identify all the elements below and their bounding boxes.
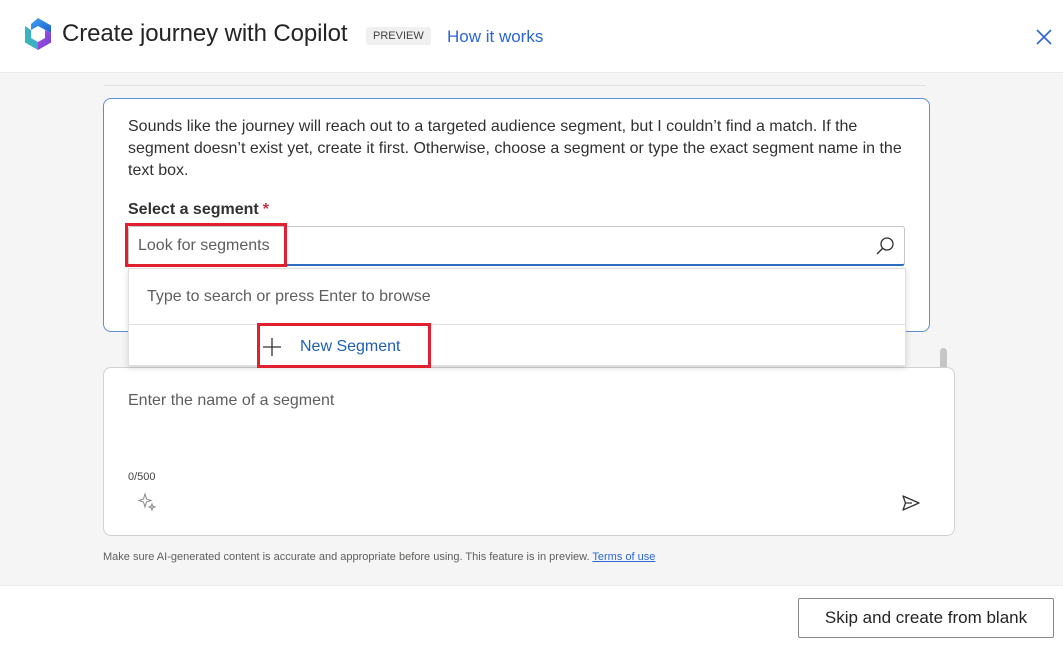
dialog-title: Create journey with Copilot (62, 20, 348, 47)
dialog-header: Create journey with Copilot PREVIEW How … (0, 0, 1063, 73)
search-icon[interactable] (875, 236, 895, 256)
dropdown-divider (129, 324, 905, 325)
prompt-input[interactable] (128, 392, 908, 452)
copilot-message-text: Sounds like the journey will reach out t… (128, 118, 902, 179)
disclaimer-text: Make sure AI-generated content is accura… (103, 551, 590, 563)
send-icon[interactable] (900, 492, 922, 514)
segment-search-box[interactable] (128, 226, 905, 266)
dropdown-hint: Type to search or press Enter to browse (147, 288, 431, 305)
divider (104, 85, 926, 86)
how-it-works-link[interactable]: How it works (447, 27, 543, 47)
character-counter: 0/500 (128, 471, 156, 483)
new-segment-button[interactable]: New Segment (262, 329, 401, 365)
segment-search-input[interactable] (138, 227, 858, 265)
plus-icon (263, 338, 281, 356)
segment-label-text: Select a segment (128, 201, 259, 218)
segment-dropdown: Type to search or press Enter to browse … (128, 268, 906, 366)
copilot-logo-icon (25, 18, 51, 50)
segment-field-label: Select a segment * (128, 201, 269, 219)
prompt-box: 0/500 (103, 367, 955, 536)
skip-and-create-button[interactable]: Skip and create from blank (798, 598, 1054, 638)
dialog-footer: Skip and create from blank (0, 585, 1063, 649)
sparkle-icon[interactable] (137, 492, 157, 512)
preview-badge: PREVIEW (366, 27, 431, 45)
required-mark: * (262, 201, 269, 218)
ai-disclaimer: Make sure AI-generated content is accura… (103, 551, 655, 563)
terms-of-use-link[interactable]: Terms of use (592, 551, 655, 563)
new-segment-label: New Segment (300, 338, 401, 355)
close-icon[interactable] (1034, 27, 1054, 47)
